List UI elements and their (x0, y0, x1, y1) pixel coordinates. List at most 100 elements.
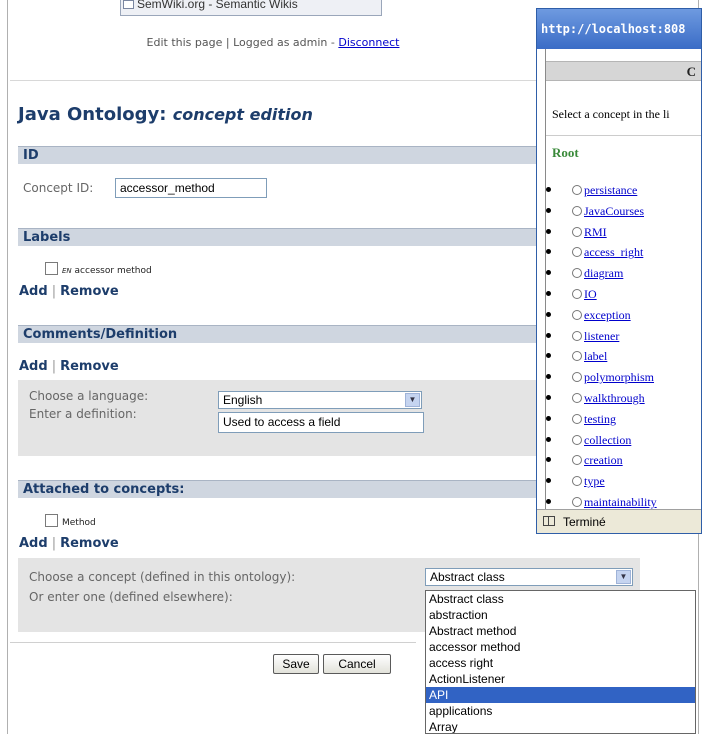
concept-link[interactable]: JavaCourses (584, 204, 644, 218)
bullet-icon (546, 270, 551, 276)
bullet-icon (546, 249, 551, 255)
popup-content: C Select a concept in the li Root persis… (545, 49, 701, 509)
popup-status-bar: Terminé (537, 509, 701, 533)
dropdown-option[interactable]: accessor method (426, 639, 695, 655)
concept-list: persistance JavaCourses RMI access_rightdia… (546, 183, 657, 516)
radio-button[interactable] (572, 268, 582, 279)
dropdown-option[interactable]: abstraction (426, 607, 695, 623)
attached-actions: Add | Remove (19, 536, 119, 551)
concept-list-item[interactable]: listener (546, 329, 657, 350)
radio-button[interactable] (572, 226, 582, 237)
page-status-icon (543, 516, 555, 526)
concept-link[interactable]: polymorphism (584, 370, 654, 384)
dropdown-option[interactable]: Array (426, 719, 695, 733)
bullet-icon (546, 498, 551, 504)
browser-tab[interactable]: SemWiki.org - Semantic Wikis (120, 0, 382, 16)
concept-list-item[interactable]: persistance (546, 183, 657, 204)
radio-button[interactable] (572, 205, 582, 216)
save-button[interactable]: Save (273, 654, 319, 674)
popup-title-bar[interactable]: http://localhost:808 (537, 9, 701, 49)
concept-link[interactable]: label (584, 349, 607, 363)
dropdown-option[interactable]: Abstract class (426, 591, 695, 607)
concept-list-item[interactable]: collection (546, 433, 657, 454)
concept-list-item[interactable]: diagram (546, 266, 657, 287)
concept-link[interactable]: IO (584, 287, 597, 301)
bullet-icon (546, 374, 551, 380)
remove-comment-link[interactable]: Remove (60, 359, 119, 374)
remove-label-link[interactable]: Remove (60, 284, 119, 299)
concept-picker-popup[interactable]: http://localhost:808 C Select a concept … (536, 8, 702, 534)
page-title-main: Java Ontology: (18, 104, 167, 125)
dropdown-option-highlighted[interactable]: API (426, 687, 695, 703)
topbar-separator: | (225, 36, 230, 49)
language-label: Choose a language: (29, 389, 149, 403)
add-comment-link[interactable]: Add (19, 359, 48, 374)
radio-button[interactable] (572, 372, 582, 383)
dropdown-option[interactable]: Abstract method (426, 623, 695, 639)
radio-button[interactable] (572, 351, 582, 362)
bullet-icon (546, 353, 551, 359)
attached-separator: | (51, 536, 57, 551)
concept-list-item[interactable]: IO (546, 287, 657, 308)
concept-select[interactable]: Abstract class ▼ (425, 568, 633, 586)
add-concept-link[interactable]: Add (19, 536, 48, 551)
concept-list-item[interactable]: polymorphism (546, 370, 657, 391)
concept-checkbox[interactable] (45, 514, 58, 527)
language-select[interactable]: English ▼ (218, 391, 422, 409)
concept-list-item[interactable]: JavaCourses (546, 204, 657, 225)
cancel-button[interactable]: Cancel (323, 654, 391, 674)
concept-link[interactable]: exception (584, 308, 631, 322)
concept-link[interactable]: walkthrough (584, 391, 645, 405)
concept-link[interactable]: diagram (584, 266, 623, 280)
disconnect-link[interactable]: Disconnect (338, 36, 399, 49)
concept-id-input[interactable]: accessor_method (115, 178, 267, 198)
labels-actions: Add | Remove (19, 284, 119, 299)
concept-list-item[interactable]: testing (546, 412, 657, 433)
add-label-link[interactable]: Add (19, 284, 48, 299)
concept-list-item[interactable]: access_right (546, 245, 657, 266)
radio-button[interactable] (572, 496, 582, 507)
radio-button[interactable] (572, 309, 582, 320)
concept-link[interactable]: maintainability (584, 495, 657, 509)
concept-link[interactable]: collection (584, 433, 631, 447)
radio-button[interactable] (572, 413, 582, 424)
chevron-down-icon[interactable]: ▼ (616, 570, 631, 584)
section-heading-attached: Attached to concepts: (18, 480, 538, 498)
radio-button[interactable] (572, 247, 582, 258)
dropdown-option[interactable]: access right (426, 655, 695, 671)
divider (546, 135, 701, 136)
radio-button[interactable] (572, 434, 582, 445)
label-checkbox[interactable] (45, 262, 58, 275)
concept-link[interactable]: listener (584, 329, 619, 343)
concept-list-item[interactable]: exception (546, 308, 657, 329)
edit-page-text: Edit this page (146, 36, 223, 49)
dropdown-option[interactable]: applications (426, 703, 695, 719)
concept-link[interactable]: access_right (584, 245, 643, 259)
concept-list-item[interactable]: walkthrough (546, 391, 657, 412)
dropdown-option[interactable]: ActionListener (426, 671, 695, 687)
concept-list-item[interactable]: RMI (546, 225, 657, 246)
radio-button[interactable] (572, 330, 582, 341)
concept-link[interactable]: testing (584, 412, 616, 426)
radio-button[interactable] (572, 185, 582, 195)
radio-button[interactable] (572, 392, 582, 403)
definition-input[interactable]: Used to access a field (218, 412, 424, 433)
remove-concept-link[interactable]: Remove (60, 536, 119, 551)
concept-list-item[interactable]: creation (546, 453, 657, 474)
concept-link[interactable]: RMI (584, 225, 607, 239)
radio-button[interactable] (572, 476, 582, 487)
concept-dropdown-list[interactable]: Abstract class abstraction Abstract meth… (425, 590, 696, 734)
section-heading-labels: Labels (18, 228, 538, 246)
radio-button[interactable] (572, 455, 582, 466)
concept-list-item[interactable]: label (546, 349, 657, 370)
concept-link[interactable]: type (584, 474, 605, 488)
concept-list-item[interactable]: type (546, 474, 657, 495)
bullet-icon (546, 415, 551, 421)
concept-link[interactable]: creation (584, 453, 623, 467)
enter-concept-label: Or enter one (defined elsewhere): (29, 590, 233, 604)
id-section: Concept ID: accessor_method (18, 176, 538, 206)
radio-button[interactable] (572, 288, 582, 299)
bullet-icon (546, 311, 551, 317)
concept-link[interactable]: persistance (584, 183, 637, 197)
chevron-down-icon[interactable]: ▼ (405, 393, 420, 407)
